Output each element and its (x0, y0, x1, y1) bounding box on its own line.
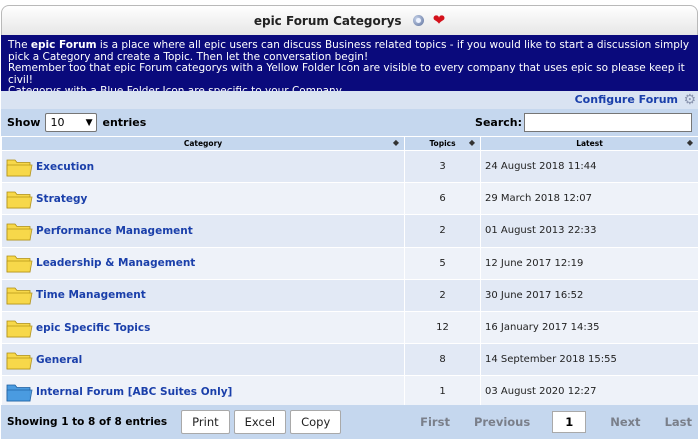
latest-timestamp: 16 January 2017 14:35 (480, 310, 699, 345)
pager-page-current[interactable]: 1 (552, 411, 587, 433)
topics-count: 6 (404, 182, 481, 216)
yellow-folder-icon (6, 255, 33, 273)
entries-select-value: 10 (50, 116, 65, 129)
pagination: First Previous 1 Next Last (420, 411, 692, 433)
table-row[interactable]: Execution 3 24 August 2018 11:44 (1, 149, 699, 184)
search-input[interactable] (524, 113, 692, 132)
latest-timestamp: 29 March 2018 12:07 (480, 182, 699, 216)
category-cell: Performance Management (1, 214, 405, 248)
intro-banner: The epic Forum is a place where all epic… (1, 35, 698, 97)
table-footer: Showing 1 to 8 of 8 entries Print Excel … (1, 405, 698, 439)
pager-first[interactable]: First (420, 415, 450, 429)
topics-count: 8 (404, 343, 481, 377)
yellow-folder-icon (6, 320, 33, 337)
yellow-folder-icon (6, 159, 33, 176)
topics-count: 2 (404, 278, 481, 312)
category-link[interactable]: Leadership & Management (36, 257, 195, 269)
table-header-row: Category ◆ Topics ◆ Latest ◆ (1, 136, 699, 151)
intro-line-2: Remember too that epic Forum categorys w… (8, 62, 685, 86)
topics-count: 2 (404, 214, 481, 248)
category-cell: General (1, 343, 405, 377)
entries-info: Showing 1 to 8 of 8 entries (7, 416, 168, 428)
latest-timestamp: 01 August 2013 22:33 (480, 214, 699, 248)
topics-count: 5 (404, 246, 481, 280)
configure-forum-link[interactable]: Configure Forum (575, 93, 678, 106)
table-row[interactable]: General 8 14 September 2018 15:55 (1, 343, 699, 377)
topics-count: 1 (404, 375, 481, 409)
search-label: Search: (475, 116, 522, 129)
category-link[interactable]: Strategy (36, 193, 87, 205)
category-cell: Strategy (1, 182, 405, 216)
category-link[interactable]: Internal Forum [ABC Suites Only] (36, 386, 232, 398)
intro-line-1: The epic Forum is a place where all epic… (8, 39, 690, 63)
sort-icon: ◆ (392, 138, 399, 147)
yellow-folder-icon (6, 352, 33, 370)
table-row[interactable]: Time Management 2 30 June 2017 16:52 (1, 278, 699, 312)
entries-select[interactable]: 10 ▼ (45, 113, 98, 132)
entries-label: entries (102, 116, 147, 129)
table-row[interactable]: epic Specific Topics 12 16 January 2017 14… (1, 310, 699, 345)
category-link[interactable]: General (36, 354, 82, 366)
table-row[interactable]: Strategy 6 29 March 2018 12:07 (1, 182, 699, 216)
chevron-down-icon: ▼ (85, 117, 93, 128)
latest-timestamp: 24 August 2018 11:44 (480, 149, 699, 184)
latest-timestamp: 12 June 2017 12:19 (480, 246, 699, 280)
sort-icon: ◆ (686, 138, 693, 147)
category-cell: Leadership & Management (1, 246, 405, 280)
latest-timestamp: 14 September 2018 15:55 (480, 343, 699, 377)
excel-button[interactable]: Excel (233, 410, 287, 434)
pager-previous[interactable]: Previous (474, 415, 530, 429)
config-row: Configure Forum ⚙ (1, 91, 698, 109)
blue-folder-icon (6, 384, 33, 402)
topics-count: 3 (404, 149, 481, 184)
category-link[interactable]: Performance Management (36, 225, 193, 237)
table-row[interactable]: Leadership & Management 5 12 June 2017 12:… (1, 246, 699, 280)
show-label: Show (7, 116, 41, 129)
page-title: epic Forum Categorys (253, 13, 402, 28)
table-row[interactable]: Internal Forum [ABC Suites Only] 1 03 Augu… (1, 375, 699, 409)
table-row[interactable]: Performance Management 2 01 August 2013 22… (1, 214, 699, 248)
category-cell: Time Management (1, 278, 405, 312)
category-link[interactable]: epic Specific Topics (36, 322, 150, 334)
yellow-folder-icon (6, 223, 33, 241)
column-header-category[interactable]: Category ◆ (1, 136, 405, 151)
category-cell: Execution (1, 149, 405, 184)
category-link[interactable]: Execution (36, 161, 94, 173)
categories-table: Category ◆ Topics ◆ Latest ◆ Execution 3 24 A… (1, 136, 699, 409)
info-icon[interactable] (412, 15, 424, 26)
column-header-latest[interactable]: Latest ◆ (480, 136, 699, 151)
yellow-folder-icon (6, 191, 33, 209)
pager-last[interactable]: Last (665, 415, 692, 429)
sort-icon: ◆ (468, 138, 475, 147)
yellow-folder-icon (6, 287, 33, 305)
heart-icon[interactable]: ❤ (433, 13, 446, 28)
pager-next[interactable]: Next (610, 415, 640, 429)
latest-timestamp: 30 June 2017 16:52 (480, 278, 699, 312)
copy-button[interactable]: Copy (290, 410, 342, 434)
panel-header: epic Forum Categorys ❤ (1, 5, 698, 35)
category-cell: epic Specific Topics (1, 310, 405, 345)
print-button[interactable]: Print (181, 410, 230, 434)
forum-name: epic Forum (30, 39, 97, 51)
latest-timestamp: 03 August 2020 12:27 (480, 375, 699, 409)
category-link[interactable]: Time Management (36, 289, 146, 301)
column-header-topics[interactable]: Topics ◆ (404, 136, 481, 151)
forum-categories-panel: epic Forum Categorys ❤ The epic Forum is… (0, 0, 700, 442)
table-controls: Show 10 ▼ entries Search: (1, 109, 698, 136)
category-cell: Internal Forum [ABC Suites Only] (1, 375, 405, 409)
topics-count: 12 (404, 310, 481, 345)
gear-icon[interactable]: ⚙ (682, 93, 696, 107)
